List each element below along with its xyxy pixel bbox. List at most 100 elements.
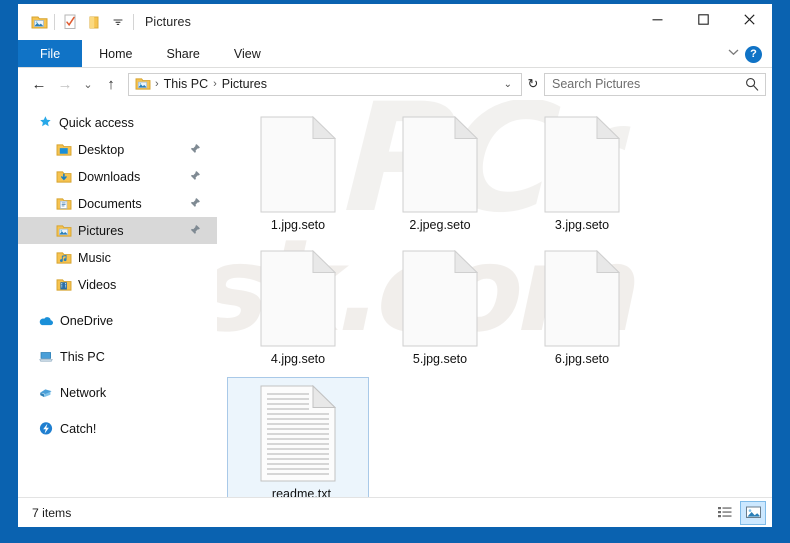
onedrive-cloud-icon (38, 314, 54, 328)
sidebar-item-documents[interactable]: Documents (18, 190, 217, 217)
tab-view[interactable]: View (217, 40, 278, 67)
pin-icon[interactable] (190, 141, 201, 159)
breadcrumb-this-pc[interactable]: This PC (161, 77, 211, 91)
navigation-pane: Quick access Desktop Downloads Documents… (18, 100, 217, 497)
blank-file-icon (402, 114, 478, 215)
pin-icon[interactable] (190, 195, 201, 213)
sidebar-item-label: Documents (78, 196, 142, 211)
large-icons-view-icon[interactable] (740, 500, 766, 525)
recent-locations-button[interactable]: ⌄ (78, 71, 98, 97)
explorer-window: Pictures File Home Share View ? ← → ⌄ ↑ … (18, 4, 772, 527)
file-item-selected[interactable]: _readme.txt (227, 377, 369, 497)
file-name: _readme.txt (264, 487, 331, 497)
details-view-icon[interactable] (712, 501, 738, 525)
sidebar-item-network[interactable]: Network (18, 379, 217, 406)
sidebar-item-music[interactable]: Music (18, 244, 217, 271)
text-file-icon (260, 383, 336, 484)
blank-file-icon (402, 248, 478, 349)
window-title: Pictures (145, 15, 191, 29)
file-name: 3.jpg.seto (554, 218, 610, 232)
search-placeholder: Search Pictures (552, 77, 641, 91)
sidebar-item-label: Videos (78, 277, 117, 292)
properties-icon[interactable] (58, 10, 82, 34)
ribbon-tab-bar: File Home Share View ? (18, 40, 772, 68)
pin-icon[interactable] (190, 168, 201, 186)
window-controls (634, 4, 772, 34)
desktop-folder-icon (56, 143, 72, 157)
file-name: 2.jpeg.seto (409, 218, 471, 232)
sidebar-item-label: Music (78, 250, 111, 265)
pictures-folder-icon (56, 224, 72, 238)
title-bar: Pictures (18, 4, 772, 40)
expand-ribbon-chevron-icon[interactable] (726, 45, 741, 63)
sidebar-item-label: OneDrive (60, 313, 114, 328)
sidebar-item-label: Quick access (59, 115, 134, 130)
sidebar-item-label: Pictures (78, 223, 124, 238)
tab-home[interactable]: Home (82, 40, 149, 67)
sidebar-item-quick-access[interactable]: Quick access (18, 109, 217, 136)
pictures-folder-icon[interactable] (27, 10, 51, 34)
sidebar-item-this-pc[interactable]: This PC (18, 343, 217, 370)
breadcrumb-separator: › (155, 78, 159, 90)
refresh-button[interactable]: ↻ (522, 73, 544, 96)
toolbar-divider (54, 14, 55, 30)
back-button[interactable]: ← (26, 71, 52, 97)
breadcrumb-separator: › (213, 78, 217, 90)
file-item[interactable]: 2.jpeg.seto (369, 109, 511, 243)
sidebar-item-videos[interactable]: Videos (18, 271, 217, 298)
breadcrumb-dropdown-icon[interactable]: ⌄ (499, 79, 517, 90)
quick-access-toolbar (18, 10, 137, 34)
music-folder-icon (56, 251, 72, 265)
help-button[interactable]: ? (745, 45, 762, 63)
file-name: 4.jpg.seto (270, 352, 326, 366)
breadcrumb[interactable]: › This PC › Pictures ⌄ (128, 72, 522, 96)
status-bar: 7 items (18, 497, 772, 527)
forward-button[interactable]: → (52, 71, 78, 97)
catch-icon (38, 421, 54, 436)
sidebar-item-label: Desktop (78, 142, 125, 157)
file-item[interactable]: 1.jpg.seto (227, 109, 369, 243)
search-icon (745, 77, 759, 91)
sidebar-item-downloads[interactable]: Downloads (18, 163, 217, 190)
sidebar-item-desktop[interactable]: Desktop (18, 136, 217, 163)
new-folder-icon[interactable] (82, 10, 106, 34)
tab-file[interactable]: File (18, 40, 83, 67)
ribbon-actions: ? (726, 40, 768, 68)
file-item[interactable]: 6.jpg.seto (511, 243, 653, 377)
blank-file-icon (544, 248, 620, 349)
file-list-view[interactable]: PCr isk.com 1.jpg.seto (217, 100, 772, 497)
downloads-folder-icon (56, 170, 72, 184)
tab-share[interactable]: Share (150, 40, 217, 67)
explorer-body: Quick access Desktop Downloads Documents… (18, 100, 772, 497)
maximize-button[interactable] (680, 4, 726, 34)
item-count: 7 items (32, 505, 72, 520)
sidebar-item-pictures[interactable]: Pictures (18, 217, 217, 244)
title-divider (133, 14, 134, 30)
minimize-button[interactable] (634, 4, 680, 34)
close-button[interactable] (726, 4, 772, 34)
sidebar-item-label: This PC (60, 349, 105, 364)
file-item[interactable]: 5.jpg.seto (369, 243, 511, 377)
videos-folder-icon (56, 278, 72, 292)
customize-chevron-icon[interactable] (106, 10, 130, 34)
sidebar-item-catch[interactable]: Catch! (18, 415, 217, 442)
sidebar-item-onedrive[interactable]: OneDrive (18, 307, 217, 334)
sidebar-item-label: Network (60, 385, 107, 400)
pin-icon[interactable] (190, 222, 201, 240)
view-mode-buttons (712, 500, 766, 525)
blank-file-icon (260, 114, 336, 215)
file-item[interactable]: 4.jpg.seto (227, 243, 369, 377)
file-name: 6.jpg.seto (554, 352, 610, 366)
breadcrumb-pictures[interactable]: Pictures (219, 77, 270, 91)
blank-file-icon (260, 248, 336, 349)
up-button[interactable]: ↑ (98, 71, 124, 97)
file-name: 5.jpg.seto (412, 352, 468, 366)
search-input[interactable]: Search Pictures (544, 72, 766, 96)
network-icon (38, 386, 54, 400)
file-name: 1.jpg.seto (270, 218, 326, 232)
file-item[interactable]: 3.jpg.seto (511, 109, 653, 243)
